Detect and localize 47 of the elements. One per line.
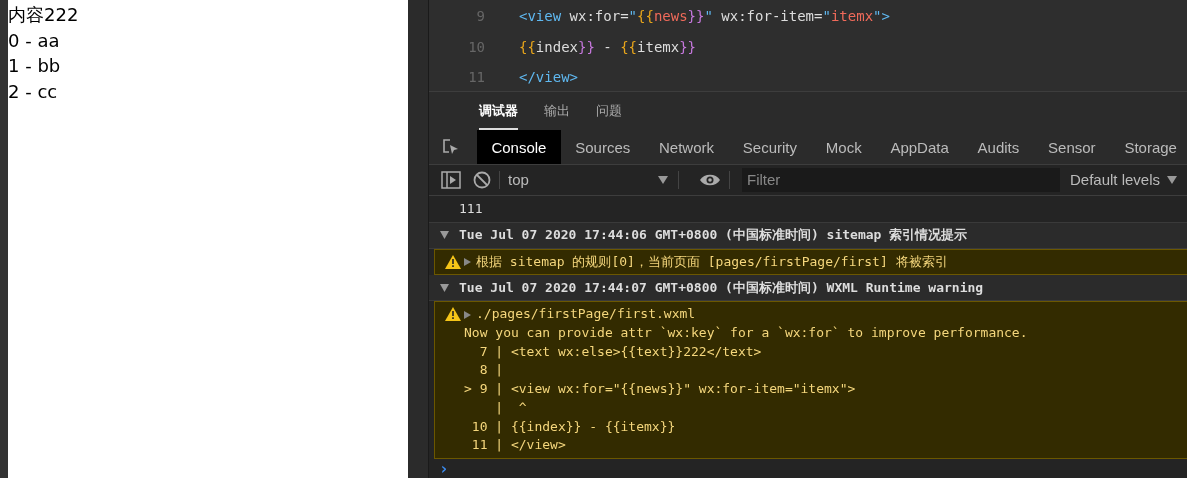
expanded-triangle-icon[interactable] (439, 231, 449, 240)
caret-icon[interactable] (658, 175, 668, 184)
filter-field[interactable]: Filter (742, 167, 1060, 192)
collapsed-triangle-icon[interactable] (464, 310, 471, 319)
devtools-tab[interactable]: Sources (560, 130, 645, 164)
warning-message: > 9 | <view wx:for="{{news}}" wx:for-item="itemx"> (464, 380, 856, 399)
warning-message: 11 | </view> (470, 436, 566, 455)
devtools-tab[interactable]: Console (477, 130, 561, 164)
levels-dropdown[interactable]: Default levels (1070, 171, 1178, 189)
context-dropdown[interactable]: top (508, 168, 670, 191)
code-line: </view> (519, 69, 578, 85)
devtools-tab[interactable]: Storage (1110, 130, 1187, 164)
warning-message: 根据 sitemap 的规则[0]，当前页面 [pages/firstPage/first] 将被索引 (476, 252, 948, 271)
line-number: 11 (467, 69, 485, 85)
eye-icon[interactable] (699, 172, 721, 187)
warning-icon (444, 254, 461, 272)
warning-message: | ^ (494, 398, 527, 417)
warning-message: 8 | (478, 361, 504, 380)
devtools-tab[interactable]: Security (728, 130, 812, 164)
devtools-tab[interactable]: AppData (876, 130, 964, 164)
warning-message: 10 | {{index}} - {{itemx}} (470, 417, 676, 436)
caret-icon[interactable] (1167, 175, 1178, 184)
devtools-tab[interactable]: Network (644, 130, 729, 164)
line-number: 9 (475, 8, 485, 24)
log-message: 111 (459, 201, 483, 217)
devtools-tab[interactable]: Sensor (1033, 130, 1110, 164)
code-line: <view wx:for="{{news}}" wx:for-item="itemx"> (519, 8, 890, 24)
devtools-tab[interactable]: Audits (963, 130, 1034, 164)
warning-message: 7 | <text wx:else>{{text}}222</text> (478, 342, 762, 361)
expanded-triangle-icon[interactable] (439, 283, 449, 292)
preview-text: 内容222 (8, 3, 79, 27)
clear-icon[interactable] (473, 170, 491, 189)
warning-message: ./pages/firstPage/first.wxml (476, 305, 696, 324)
console-prompt[interactable]: › (429, 459, 449, 478)
collapsed-triangle-icon[interactable] (464, 258, 471, 266)
line-number: 10 (467, 39, 485, 55)
preview-text: 2 - cc (8, 79, 58, 104)
panel-tab[interactable]: 输出 (544, 92, 570, 131)
preview-text: 0 - aa (8, 28, 60, 53)
warning-message: Now you can provide attr `wx:key` for a `wx:for` to improve performance. (464, 324, 1028, 343)
group-header: Tue Jul 07 2020 17:44:07 GMT+0800 (中国标准时间) WXML Runtime warning (459, 278, 984, 297)
group-header: Tue Jul 07 2020 17:44:06 GMT+0800 (中国标准时间) sitemap 索引情况提示 (459, 226, 968, 245)
preview-text: 1 - bb (8, 54, 61, 78)
sidebar-toggle-icon[interactable] (441, 170, 461, 189)
code-line: {{index}} - {{itemx}} (519, 39, 697, 55)
devtools-tab[interactable]: Mock (811, 130, 877, 164)
panel-tab[interactable]: 问题 (596, 92, 622, 131)
